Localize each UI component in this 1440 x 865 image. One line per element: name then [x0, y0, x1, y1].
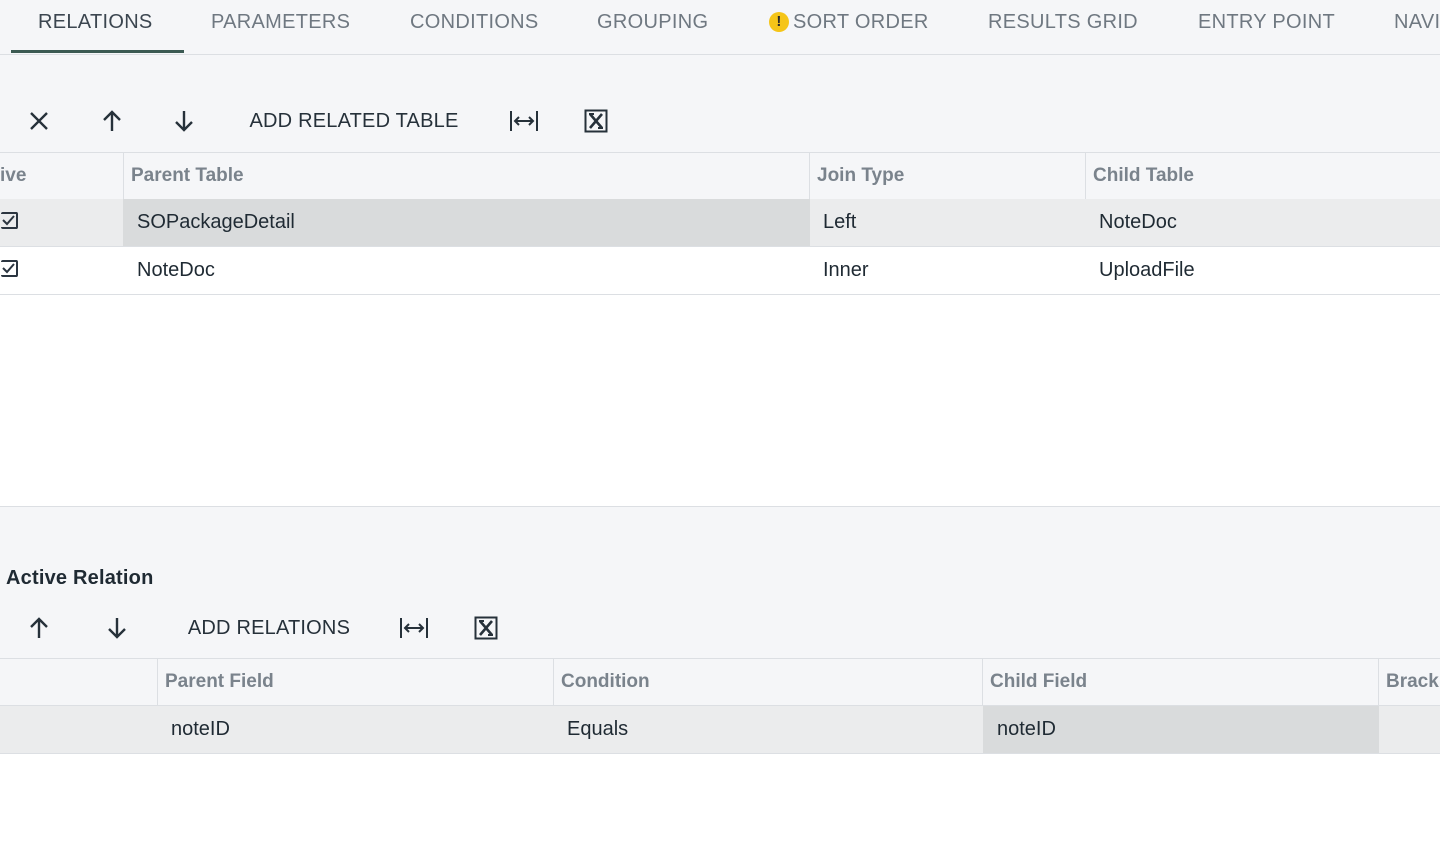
add-relations-button[interactable]: ADD RELATIONS: [175, 608, 363, 648]
active-tab-indicator: [11, 50, 184, 53]
move-down-button[interactable]: [164, 101, 204, 141]
column-header-active[interactable]: ive: [0, 153, 123, 199]
checkmark-icon: [2, 215, 15, 226]
column-header-parent-table[interactable]: Parent Table: [123, 153, 810, 199]
tab-entry-point[interactable]: ENTRY POINT: [1198, 0, 1335, 54]
export-excel-icon: [584, 109, 608, 133]
tab-relations[interactable]: RELATIONS: [38, 0, 153, 54]
fit-width-icon: [510, 111, 538, 131]
export-excel-button[interactable]: [576, 101, 616, 141]
checkmark-icon: [2, 263, 15, 274]
arrow-up-icon: [103, 110, 121, 131]
column-header-selector: [0, 659, 158, 705]
fit-width-icon: [400, 618, 428, 638]
column-header-child-field[interactable]: Child Field: [982, 659, 1379, 705]
tab-parameters[interactable]: PARAMETERS: [211, 0, 350, 54]
move-down-button[interactable]: [97, 608, 137, 648]
pane-splitter[interactable]: [0, 506, 1440, 552]
export-excel-button[interactable]: [466, 608, 506, 648]
tab-navigation[interactable]: NAVI: [1394, 0, 1440, 54]
delete-row-button[interactable]: [19, 101, 59, 141]
tab-bar: RELATIONS PARAMETERS CONDITIONS GROUPING…: [0, 0, 1440, 55]
tab-results-grid[interactable]: RESULTS GRID: [988, 0, 1138, 54]
relations-toolbar: ADD RELATED TABLE: [0, 55, 1440, 152]
section-title: Active Relation: [6, 567, 154, 589]
tab-conditions[interactable]: CONDITIONS: [410, 0, 539, 54]
tab-sort-order-label: SORT ORDER: [793, 11, 929, 33]
table-row[interactable]: SOPackageDetail Left NoteDoc: [0, 199, 1440, 247]
table-row[interactable]: noteID Equals noteID: [0, 706, 1440, 754]
tab-grouping[interactable]: GROUPING: [597, 0, 708, 54]
export-excel-icon: [474, 616, 498, 640]
move-up-button[interactable]: [92, 101, 132, 141]
column-header-parent-field[interactable]: Parent Field: [157, 659, 554, 705]
cell-parent-table[interactable]: NoteDoc: [123, 247, 810, 294]
arrow-up-icon: [30, 617, 48, 638]
fit-to-screen-button[interactable]: [503, 101, 545, 141]
add-related-table-button[interactable]: ADD RELATED TABLE: [236, 101, 472, 141]
fit-to-screen-button[interactable]: [393, 608, 435, 648]
add-relations-label: ADD RELATIONS: [187, 616, 351, 639]
active-relation-toolbar: Active Relation ADD RELATIONS: [0, 551, 1440, 658]
move-up-button[interactable]: [19, 608, 59, 648]
cell-parent-table[interactable]: SOPackageDetail: [123, 199, 810, 246]
warning-icon: !: [769, 12, 789, 32]
column-header-condition[interactable]: Condition: [553, 659, 983, 705]
active-checkbox[interactable]: [1, 212, 18, 229]
cell-condition[interactable]: Equals: [553, 706, 983, 753]
cell-join-type[interactable]: Inner: [809, 247, 1085, 294]
relations-grid: ive Parent Table Join Type Child Table S…: [0, 152, 1440, 506]
active-relation-grid: Parent Field Condition Child Field Brack…: [0, 658, 1440, 865]
column-header-brackets[interactable]: Brack: [1378, 659, 1440, 705]
active-relation-grid-header: Parent Field Condition Child Field Brack: [0, 658, 1440, 706]
cell-child-table[interactable]: NoteDoc: [1085, 199, 1440, 246]
arrow-down-icon: [108, 618, 126, 639]
cell-brackets[interactable]: [1378, 706, 1440, 753]
close-icon: [30, 112, 48, 130]
table-row[interactable]: NoteDoc Inner UploadFile: [0, 247, 1440, 295]
column-header-join-type[interactable]: Join Type: [809, 153, 1085, 199]
active-checkbox[interactable]: [1, 260, 18, 277]
cell-parent-field[interactable]: noteID: [157, 706, 554, 753]
cell-join-type[interactable]: Left: [809, 199, 1085, 246]
relations-grid-header: ive Parent Table Join Type Child Table: [0, 152, 1440, 200]
column-header-child-table[interactable]: Child Table: [1085, 153, 1440, 199]
cell-child-table[interactable]: UploadFile: [1085, 247, 1440, 294]
tab-sort-order[interactable]: ! SORT ORDER: [769, 0, 929, 54]
arrow-down-icon: [175, 111, 193, 132]
add-related-table-label: ADD RELATED TABLE: [249, 109, 459, 132]
cell-child-field[interactable]: noteID: [983, 706, 1379, 753]
